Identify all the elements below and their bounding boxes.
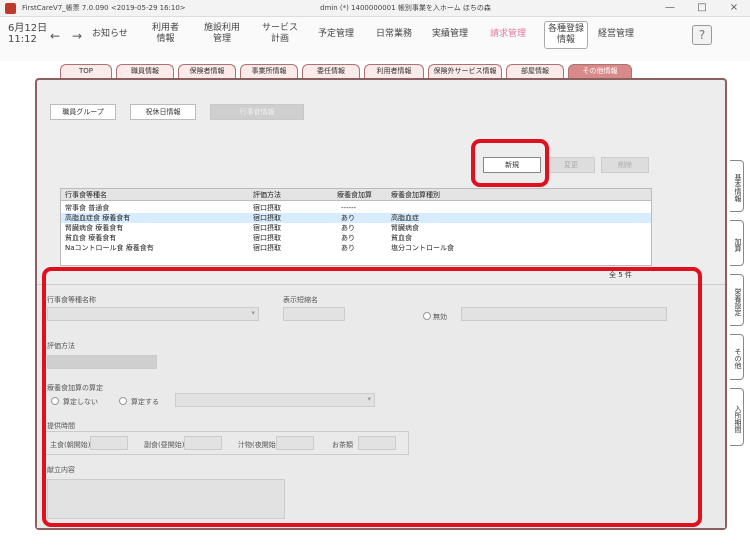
column-header-method[interactable]: 評価方法 — [253, 190, 281, 200]
side-tab-stay[interactable]: 入所期間 — [730, 388, 744, 446]
tab-room[interactable]: 部屋情報 — [506, 64, 564, 78]
tab-staff[interactable]: 職員情報 — [116, 64, 174, 78]
table-row[interactable]: Naコントロール食 療養食有 宿口摂取 あり 塩分コントロール食 — [61, 243, 651, 253]
nav-notice[interactable]: お知らせ — [92, 29, 128, 40]
nav-management[interactable]: 経営管理 — [598, 29, 634, 40]
table-cell: 腎臓病食 療養食有 — [65, 224, 124, 232]
date-label: 6月12日 — [8, 23, 48, 34]
nav-billing[interactable]: 請求管理 — [490, 29, 526, 40]
window-titlebar: FirstCareV7_帳票 7.0.090 <2019-05-29 16:10… — [0, 0, 750, 17]
staff-group-button[interactable]: 職員グループ — [50, 104, 116, 120]
table-cell: 高脂血症食 療養食有 — [65, 214, 131, 222]
column-header-addition-type[interactable]: 療養食加算種別 — [391, 190, 440, 200]
side-tab-basic[interactable]: 基本情報 — [730, 160, 744, 212]
app-icon — [5, 3, 16, 14]
minimize-icon[interactable]: — — [658, 1, 682, 15]
table-cell: 高脂血症 — [391, 214, 419, 222]
table-row[interactable]: 常事食 普通食 宿口摂取 ------ — [61, 203, 651, 213]
table-cell: あり — [341, 224, 355, 232]
help-icon[interactable]: ? — [692, 25, 712, 45]
table-cell: 宿口摂取 — [253, 244, 281, 252]
table-cell: 宿口摂取 — [253, 214, 281, 222]
tab-other[interactable]: その他情報 — [568, 64, 632, 78]
nav-user-info[interactable]: 利用者 情報 — [152, 23, 179, 45]
holiday-button[interactable]: 祝休日情報 — [130, 104, 196, 120]
table-cell: ------ — [341, 204, 357, 212]
tab-top[interactable]: TOP — [60, 64, 112, 78]
table-row[interactable]: 腎臓病食 療養食有 宿口摂取 あり 腎臓病食 — [61, 223, 651, 233]
tab-extra-service[interactable]: 保険外サービス情報 — [428, 64, 502, 78]
table-cell: あり — [341, 234, 355, 242]
table-cell: 貧血食 療養食有 — [65, 234, 117, 242]
top-navigation: 6月12日 11:12 ← → お知らせ 利用者 情報 施設利用 管理 サービス… — [0, 17, 750, 61]
delete-button[interactable]: 削除 — [601, 157, 649, 173]
table-header: 行事食等種名 評価方法 療養食加算 療養食加算種別 — [61, 189, 651, 201]
meal-table: 行事食等種名 評価方法 療養食加算 療養食加算種別 常事食 普通食 宿口摂取 -… — [60, 188, 652, 266]
window-title: FirstCareV7_帳票 7.0.090 <2019-05-29 16:10… — [22, 4, 186, 12]
table-cell: 腎臓病食 — [391, 224, 419, 232]
maximize-icon[interactable]: □ — [690, 1, 714, 15]
nav-results[interactable]: 実績管理 — [432, 29, 468, 40]
content-panel: 職員グループ 祝休日情報 行事食情報 新規 変更 削除 行事食等種名 評価方法 … — [35, 78, 727, 530]
table-row[interactable]: 高脂血症食 療養食有 宿口摂取 あり 高脂血症 — [61, 213, 651, 223]
nav-daily-work[interactable]: 日常業務 — [376, 29, 412, 40]
table-cell: あり — [341, 244, 355, 252]
side-tab-nutrition[interactable]: 栄養設定 — [730, 274, 744, 326]
table-cell: 宿口摂取 — [253, 204, 281, 212]
current-datetime: 6月12日 11:12 — [8, 23, 47, 45]
tab-office[interactable]: 事業所情報 — [240, 64, 298, 78]
back-arrow-icon[interactable]: ← — [50, 29, 60, 43]
table-cell: あり — [341, 214, 355, 222]
highlight-form-area — [42, 267, 702, 527]
table-cell: 宿口摂取 — [253, 234, 281, 242]
table-cell: 常事食 普通食 — [65, 204, 110, 212]
nav-facility-use[interactable]: 施設利用 管理 — [204, 23, 240, 45]
time-label: 11:12 — [8, 34, 37, 45]
side-tab-addition[interactable]: 加算 — [730, 220, 744, 266]
column-header-name[interactable]: 行事食等種名 — [65, 190, 107, 200]
forward-arrow-icon[interactable]: → — [72, 29, 82, 43]
table-row[interactable]: 貧血食 療養食有 宿口摂取 あり 貧血食 — [61, 233, 651, 243]
highlight-new-button — [471, 139, 549, 187]
tab-insurer[interactable]: 保険者情報 — [178, 64, 236, 78]
close-icon[interactable]: × — [722, 1, 746, 15]
table-cell: 宿口摂取 — [253, 224, 281, 232]
nav-registration[interactable]: 各種登録 情報 — [544, 21, 589, 49]
nav-schedule[interactable]: 予定管理 — [318, 29, 354, 40]
event-meal-button[interactable]: 行事食情報 — [210, 104, 304, 120]
table-cell: 塩分コントロール食 — [391, 244, 454, 252]
nav-service-plan[interactable]: サービス 計画 — [262, 23, 298, 45]
table-cell: 貧血食 — [391, 234, 412, 242]
table-cell: Naコントロール食 療養食有 — [65, 244, 154, 252]
tab-delegation[interactable]: 委任情報 — [302, 64, 360, 78]
side-tab-other[interactable]: その他 — [730, 334, 744, 380]
edit-button[interactable]: 変更 — [547, 157, 595, 173]
column-header-addition[interactable]: 療養食加算 — [337, 190, 372, 200]
document-title: dmin (*) 1400000001 帳別事業を入ホーム ほちの森 — [320, 4, 491, 12]
tab-user[interactable]: 利用者情報 — [364, 64, 424, 78]
